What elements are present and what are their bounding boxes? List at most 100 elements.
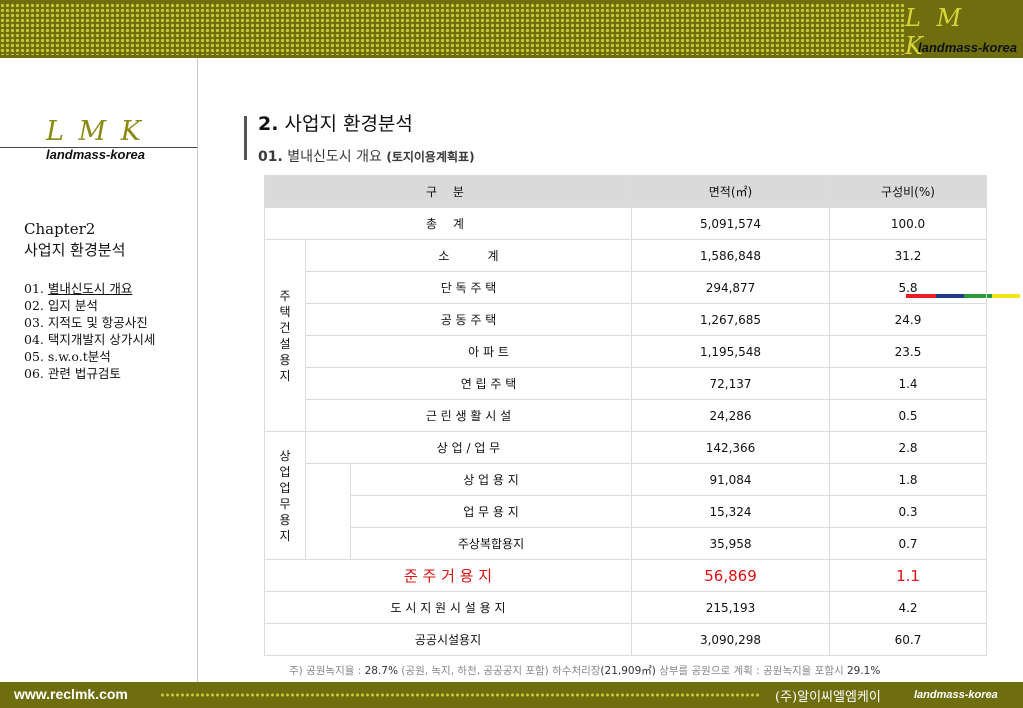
sidebar-menu: 01. 별내신도시 개요 02. 입지 분석 03. 지적도 및 항공사진 04… (24, 280, 155, 382)
sidebar-divider (197, 58, 198, 682)
note-part: (공원, 녹지, 하천, 공공공지 포함) 하수처리장 (397, 665, 601, 677)
row-area: 142,366 (631, 431, 830, 464)
table-row: 연 립 주 택 72,137 1.4 (265, 367, 987, 400)
row-area: 72,137 (631, 367, 830, 400)
title-accent-bar (244, 116, 247, 160)
top-brand: L M K landmass-korea (905, 0, 1023, 60)
row-ratio: 4.2 (829, 591, 987, 624)
row-ratio: 0.7 (829, 527, 987, 560)
sidebar-item-num: 04. (24, 332, 48, 347)
note-part: 주) 공원녹지율 : (289, 665, 365, 677)
sidebar-item-label: 지적도 및 항공사진 (47, 315, 148, 330)
page-subtitle: 01. 별내신도시 개요 (토지이용계획표) (258, 146, 475, 166)
row-area: 24,286 (631, 399, 830, 432)
website-link[interactable]: www.reclmk.com (14, 686, 128, 702)
row-area: 215,193 (631, 591, 830, 624)
row-ratio: 31.2 (829, 239, 987, 272)
sidebar-item-num: 01. (24, 281, 48, 296)
table-row: 총 계 5,091,574 100.0 (264, 207, 987, 240)
subtitle-text: 별내신도시 개요 (282, 149, 387, 165)
title-number: 2. (258, 113, 279, 135)
chapter-heading: Chapter2 사업지 환경분석 (24, 219, 125, 261)
group-label-commercial: 상 업 업 무 용 지 (264, 431, 306, 560)
sidebar-item-location[interactable]: 02. 입지 분석 (24, 297, 155, 314)
sidebar-item-cadastral[interactable]: 03. 지적도 및 항공사진 (24, 314, 155, 331)
table-row: 근 린 생 활 시 설 24,286 0.5 (265, 399, 987, 432)
row-ratio: 60.7 (829, 623, 987, 656)
row-ratio: 0.3 (829, 495, 987, 528)
row-ratio: 1.1 (829, 559, 987, 592)
bottom-banner: www.reclmk.com (주)알이씨엘엠케이 landmass-korea (0, 682, 1023, 708)
row-label: 공 동 주 택 (305, 303, 632, 336)
subgroup-spacer (305, 463, 351, 560)
note-value: (21,909㎡) (600, 665, 656, 677)
sidebar-item-label: 별내신도시 개요 (47, 281, 133, 296)
sidebar-logo: L M K (46, 116, 144, 147)
row-ratio: 0.5 (829, 399, 987, 432)
sidebar-item-num: 03. (24, 315, 48, 330)
row-area: 15,324 (631, 495, 830, 528)
sidebar-item-overview[interactable]: 01. 별내신도시 개요 (24, 280, 155, 297)
sidebar-item-label: 택지개발지 상가시세 (47, 332, 156, 347)
row-label: 소 계 (305, 239, 632, 272)
row-area: 1,586,848 (631, 239, 830, 272)
group-label-housing: 주 택 건 설 용 지 (264, 239, 306, 432)
row-ratio: 24.9 (829, 303, 987, 336)
sidebar-item-label: 입지 분석 (47, 298, 98, 313)
table-row: 아 파 트 1,195,548 23.5 (265, 335, 987, 368)
row-ratio: 23.5 (829, 335, 987, 368)
row-label: 주상복합용지 (350, 527, 632, 560)
title-text: 사업지 환경분석 (278, 113, 413, 135)
subtitle-paren: (토지이용계획표) (386, 150, 475, 164)
row-ratio: 1.8 (829, 463, 987, 496)
row-area: 294,877 (631, 271, 830, 304)
top-brand-name: landmass-korea (918, 40, 1017, 55)
land-use-table: 구 분 면적(㎡) 구성비(%) 총 계 5,091,574 100.0 주 택… (264, 175, 987, 656)
row-ratio: 1.4 (829, 367, 987, 400)
subtitle-number: 01. (258, 149, 283, 165)
row-area: 91,084 (631, 463, 830, 496)
row-ratio: 100.0 (829, 207, 987, 240)
row-area: 35,958 (631, 527, 830, 560)
sidebar-item-num: 05. (24, 349, 48, 364)
header-ratio: 구성비(%) (829, 175, 987, 208)
note-part: 상부를 공원으로 계획 : 공원녹지율 포함시 (655, 665, 847, 677)
sidebar-item-market-price[interactable]: 04. 택지개발지 상가시세 (24, 331, 155, 348)
note-value: 28.7% (364, 665, 398, 677)
table-row: 도 시 지 원 시 설 용 지 215,193 4.2 (264, 591, 987, 624)
sidebar-item-swot[interactable]: 05. s.w.o.t분석 (24, 348, 155, 365)
row-label: 총 계 (264, 207, 632, 240)
row-label: 준 주 거 용 지 (264, 559, 632, 592)
sidebar-brand: landmass-korea (46, 147, 145, 162)
table-row: 상 업 용 지 91,084 1.8 (265, 463, 987, 560)
row-label: 상 업 용 지 (350, 463, 632, 496)
stripe-yellow (992, 294, 1020, 298)
row-label: 상 업 / 업 무 (305, 431, 632, 464)
bottom-brand: landmass-korea (914, 689, 998, 701)
table-row: 주상복합용지 35,958 0.7 (265, 527, 987, 560)
row-area: 5,091,574 (631, 207, 830, 240)
chapter-title: 사업지 환경분석 (24, 241, 126, 259)
row-area: 1,195,548 (631, 335, 830, 368)
chapter-number: Chapter2 (24, 220, 96, 238)
table-row: 주 택 건 설 용 지 소 계 1,586,848 31.2 (264, 239, 987, 432)
note-value: 29.1% (846, 665, 881, 677)
sidebar-item-label: s.w.o.t분석 (47, 349, 111, 364)
row-label: 단 독 주 택 (305, 271, 632, 304)
table-row: 단 독 주 택 294,877 5.8 (265, 271, 987, 304)
page-title: 2. 사업지 환경분석 (258, 109, 413, 136)
company-name: (주)알이씨엘엠케이 (775, 690, 881, 705)
sidebar-item-regulations[interactable]: 06. 관련 법규검토 (24, 365, 155, 382)
row-ratio: 2.8 (829, 431, 987, 464)
table-row-highlight: 준 주 거 용 지 56,869 1.1 (264, 559, 987, 592)
sidebar-item-num: 02. (24, 298, 48, 313)
table-row: 상 업 업 무 용 지 상 업 / 업 무 142,366 2.8 (264, 431, 987, 560)
table-header-row: 구 분 면적(㎡) 구성비(%) (264, 175, 987, 208)
row-area: 1,267,685 (631, 303, 830, 336)
table-row: 공 동 주 택 1,267,685 24.9 (265, 303, 987, 336)
sidebar-item-label: 관련 법규검토 (47, 366, 121, 381)
footnote: 주) 공원녹지율 : 28.7% (공원, 녹지, 하천, 공공공지 포함) 하… (289, 663, 880, 678)
table-row: 업 무 용 지 15,324 0.3 (265, 495, 987, 528)
row-label: 업 무 용 지 (350, 495, 632, 528)
row-label: 공공시설용지 (264, 623, 632, 656)
